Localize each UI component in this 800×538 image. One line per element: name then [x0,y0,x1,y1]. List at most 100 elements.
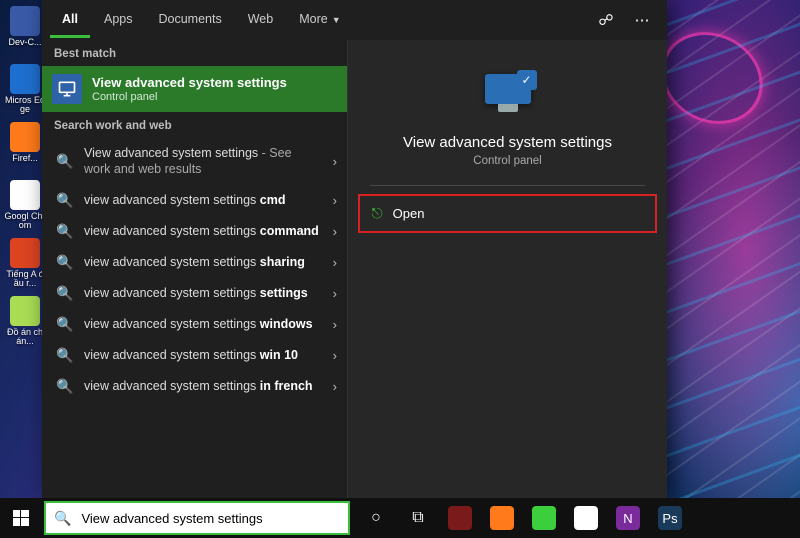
app-tile-icon [490,506,514,530]
search-icon: 🔍 [56,192,72,209]
result-preview-pane: ✓ View advanced system settings Control … [347,40,667,498]
icon-label: Googl Chrom [4,212,46,230]
app-icon [10,296,40,326]
tab-label: More [299,12,327,26]
desktop-icon[interactable]: Firef... [4,122,46,176]
open-action[interactable]: ⎋ Open [358,194,658,233]
tab-label: Documents [158,12,221,26]
web-result-item[interactable]: 🔍 view advanced system settings in frenc… [42,371,347,402]
taskbar-onenote[interactable]: N [608,498,648,538]
desktop-icon[interactable]: Googl Chrom [4,180,46,234]
search-icon: 🔍 [56,254,72,271]
icon-label: Tiếng A đầu r... [4,270,46,288]
desktop-icon[interactable]: Micros Edge [4,64,46,118]
feedback-icon[interactable]: ☍ [589,11,623,29]
taskbar: 🔍 ○⧉ N Ps [0,498,800,538]
chevron-right-icon: › [333,255,337,270]
result-text: view advanced system settings cmd [84,192,321,208]
result-text: view advanced system settings win 10 [84,347,321,363]
chevron-right-icon: › [333,286,337,301]
chevron-right-icon: › [333,224,337,239]
web-result-item[interactable]: 🔍 view advanced system settings settings… [42,278,347,309]
taskbar-firefox[interactable] [482,498,522,538]
result-text: View advanced system settings - See work… [84,145,321,178]
app-icon [10,180,40,210]
taskbar-search-box[interactable]: 🔍 [44,501,350,535]
app-tile-icon [448,506,472,530]
tab-web[interactable]: Web [236,2,285,38]
search-icon: 🔍 [54,510,71,527]
search-icon: 🔍 [56,153,72,170]
search-tabs: All Apps Documents Web More▼ ☍ ⋯ [42,0,667,40]
tab-label: All [62,12,78,26]
open-icon: ⎋ [372,205,383,222]
app-tile-icon: Ps [658,506,682,530]
system-settings-icon [52,74,82,104]
search-input[interactable] [79,510,340,527]
web-result-item[interactable]: 🔍 view advanced system settings sharing … [42,247,347,278]
web-result-item[interactable]: 🔍 view advanced system settings cmd › [42,185,347,216]
taskbar-cortana[interactable]: ○ [356,498,396,538]
desktop-icons-column: Dev-C... Micros Edge Firef... Googl Chrom Ti… [4,6,46,354]
desktop-wallpaper: Dev-C... Micros Edge Firef... Googl Chrom Ti… [0,0,800,538]
icon-label: Micros Edge [4,96,46,114]
chevron-right-icon: › [333,379,337,394]
icon-label: Đồ án ch án... [4,328,46,346]
result-text: view advanced system settings settings [84,285,321,301]
app-tile-icon [532,506,556,530]
taskbar-taskview[interactable]: ⧉ [398,498,438,538]
tab-more[interactable]: More▼ [287,2,352,38]
icon-label: Dev-C... [8,38,41,47]
best-match-item[interactable]: View advanced system settings Control pa… [42,66,347,112]
taskbar-app-red[interactable] [440,498,480,538]
desktop-icon[interactable]: Đồ án ch án... [4,296,46,350]
search-icon: 🔍 [56,285,72,302]
chevron-right-icon: › [333,317,337,332]
preview-subtitle: Control panel [473,155,541,167]
tab-apps[interactable]: Apps [92,2,145,38]
open-label: Open [393,206,425,221]
preview-title: View advanced system settings [403,134,612,151]
chevron-right-icon: › [333,193,337,208]
desktop-icon[interactable]: Dev-C... [4,6,46,60]
preview-divider [370,185,644,186]
search-icon: 🔍 [56,316,72,333]
icon-label: Firef... [12,154,38,163]
best-match-title: View advanced system settings [92,75,287,91]
app-tile-icon [574,506,598,530]
web-result-item[interactable]: 🔍 View advanced system settings - See wo… [42,138,347,185]
web-result-item[interactable]: 🔍 view advanced system settings windows … [42,309,347,340]
taskbar-app-icons: ○⧉ N Ps [356,498,690,538]
web-result-item[interactable]: 🔍 view advanced system settings command … [42,216,347,247]
result-text: view advanced system settings in french [84,378,321,394]
app-icon [10,122,40,152]
app-icon [10,6,40,36]
tab-all[interactable]: All [50,2,90,38]
taskbar-photoshop[interactable]: Ps [650,498,690,538]
app-icon [10,238,40,268]
web-result-item[interactable]: 🔍 view advanced system settings win 10 › [42,340,347,371]
start-button[interactable] [0,498,42,538]
app-tile-icon: N [616,506,640,530]
section-web: Search work and web [42,112,347,138]
result-text: view advanced system settings windows [84,316,321,332]
more-options-icon[interactable]: ⋯ [625,11,659,29]
chevron-right-icon: › [333,348,337,363]
preview-large-icon: ✓ [479,74,537,116]
search-results-list: Best match View advanced system settings… [42,40,347,498]
section-best-match: Best match [42,40,347,66]
tab-label: Apps [104,12,133,26]
start-search-panel: All Apps Documents Web More▼ ☍ ⋯ Best match … [42,0,667,498]
taskbar-line[interactable] [524,498,564,538]
result-text: view advanced system settings sharing [84,254,321,270]
tab-label: Web [248,12,273,26]
search-icon: 🔍 [56,347,72,364]
taskbar-chrome[interactable] [566,498,606,538]
chevron-right-icon: › [333,154,337,169]
search-icon: 🔍 [56,378,72,395]
desktop-icon[interactable]: Tiếng A đầu r... [4,238,46,292]
tab-documents[interactable]: Documents [146,2,233,38]
result-text: view advanced system settings command [84,223,321,239]
best-match-subtitle: Control panel [92,91,287,103]
search-icon: 🔍 [56,223,72,240]
